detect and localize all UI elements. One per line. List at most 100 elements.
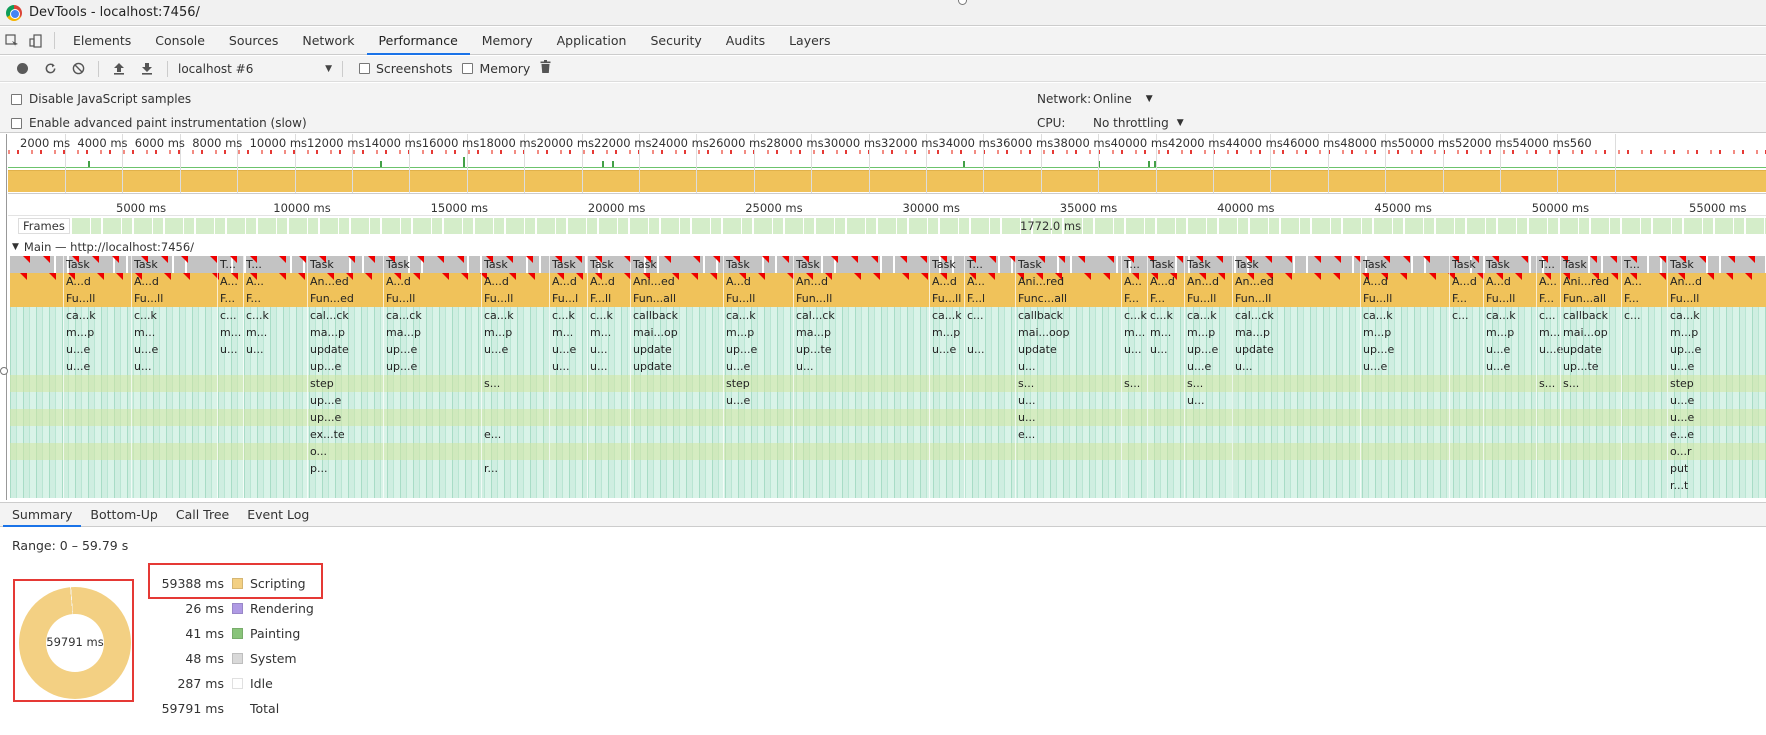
- flame-entry[interactable]: u...e: [1670, 392, 1694, 409]
- memory-checkbox[interactable]: Memory: [462, 61, 530, 76]
- flame-entry[interactable]: u...e: [1363, 358, 1387, 375]
- flame-entry[interactable]: c...: [220, 307, 237, 324]
- flame-entry[interactable]: A...: [220, 273, 238, 290]
- main-thread-header[interactable]: ▼ Main — http://localhost:7456/: [8, 238, 1766, 255]
- flame-entry[interactable]: Task: [310, 256, 334, 273]
- inspect-element-icon[interactable]: [0, 27, 24, 54]
- tab-performance[interactable]: Performance: [366, 27, 470, 55]
- flame-entry[interactable]: Task: [796, 256, 820, 273]
- flame-entry[interactable]: T...: [220, 256, 236, 273]
- flame-entry[interactable]: Task: [1452, 256, 1476, 273]
- flame-entry[interactable]: Fu...ll: [134, 290, 163, 307]
- flame-entry[interactable]: A...: [1124, 273, 1142, 290]
- flame-entry[interactable]: A...d: [726, 273, 751, 290]
- flame-entry[interactable]: c...k: [590, 307, 613, 324]
- flame-entry[interactable]: put: [1670, 460, 1688, 477]
- flame-entry[interactable]: up...e: [726, 341, 757, 358]
- flame-entry[interactable]: update: [633, 341, 672, 358]
- flame-entry[interactable]: u...e: [1670, 409, 1694, 426]
- flame-entry[interactable]: c...: [1539, 307, 1556, 324]
- device-toolbar-icon[interactable]: [24, 27, 48, 54]
- flame-entry[interactable]: up...e: [310, 409, 341, 426]
- flame-entry[interactable]: A...d: [134, 273, 159, 290]
- flame-entry[interactable]: Task: [633, 256, 657, 273]
- flame-entry[interactable]: u...: [246, 341, 263, 358]
- flame-entry[interactable]: up...e: [310, 358, 341, 375]
- flame-entry[interactable]: m...: [134, 324, 155, 341]
- flame-entry[interactable]: F...l: [967, 290, 985, 307]
- tab-application[interactable]: Application: [545, 27, 639, 54]
- flame-entry[interactable]: Fu...ll: [1486, 290, 1515, 307]
- flame-entry[interactable]: u...: [1018, 358, 1035, 375]
- flame-entry[interactable]: An...ed: [1235, 273, 1274, 290]
- flame-entry[interactable]: u...: [552, 358, 569, 375]
- flame-entry[interactable]: Task: [1187, 256, 1211, 273]
- flame-entry[interactable]: o...: [310, 443, 327, 460]
- flame-entry[interactable]: up...te: [1563, 358, 1599, 375]
- flame-entry[interactable]: u...: [796, 358, 813, 375]
- flame-entry[interactable]: Task: [66, 256, 90, 273]
- flame-entry[interactable]: Fu...l: [552, 290, 578, 307]
- flame-entry[interactable]: ex...te: [310, 426, 345, 443]
- flame-entry[interactable]: s...: [1124, 375, 1140, 392]
- flame-entry[interactable]: Fu...ll: [66, 290, 95, 307]
- flame-entry[interactable]: A...d: [66, 273, 91, 290]
- flame-entry[interactable]: u...: [220, 341, 237, 358]
- tab-console[interactable]: Console: [143, 27, 217, 54]
- flame-entry[interactable]: ca...k: [1486, 307, 1516, 324]
- flame-entry[interactable]: Task: [386, 256, 410, 273]
- flame-entry[interactable]: A...: [1539, 273, 1557, 290]
- flame-entry[interactable]: A...d: [932, 273, 957, 290]
- flame-entry[interactable]: Fun...all: [1563, 290, 1606, 307]
- flame-entry[interactable]: Fun...all: [633, 290, 676, 307]
- flame-entry[interactable]: Ani...red: [1018, 273, 1064, 290]
- timeline-overview[interactable]: 2000 ms 4000 ms 6000 ms 8000 ms 10000 ms 1200…: [8, 134, 1766, 194]
- flame-entry[interactable]: Fu...ll: [726, 290, 755, 307]
- flame-entry[interactable]: ma...p: [796, 324, 831, 341]
- flame-entry[interactable]: A...d: [1150, 273, 1175, 290]
- flame-entry[interactable]: ma...p: [1235, 324, 1270, 341]
- flame-entry[interactable]: m...p: [1363, 324, 1391, 341]
- flame-entry[interactable]: ma...p: [310, 324, 345, 341]
- flame-entry[interactable]: Ani...red: [1563, 273, 1609, 290]
- flame-entry[interactable]: Task: [484, 256, 508, 273]
- flame-entry[interactable]: Fun...ed: [310, 290, 354, 307]
- flame-entry[interactable]: e...e: [1670, 426, 1694, 443]
- tab-memory[interactable]: Memory: [470, 27, 545, 54]
- flame-entry[interactable]: up...te: [796, 341, 832, 358]
- advanced-paint-checkbox[interactable]: Enable advanced paint instrumentation (s…: [11, 116, 307, 130]
- details-tab-event-log[interactable]: Event Log: [238, 503, 318, 526]
- flame-entry[interactable]: update: [310, 341, 349, 358]
- flame-entry[interactable]: m...p: [932, 324, 960, 341]
- flame-entry[interactable]: step: [310, 375, 334, 392]
- flame-entry[interactable]: Task: [1363, 256, 1387, 273]
- flame-entry[interactable]: step: [726, 375, 750, 392]
- tab-elements[interactable]: Elements: [61, 27, 143, 54]
- flame-entry[interactable]: c...k: [1150, 307, 1173, 324]
- flame-entry[interactable]: r...t: [1670, 477, 1688, 494]
- flame-entry[interactable]: mai...op: [1563, 324, 1608, 341]
- reload-record-button[interactable]: [36, 56, 64, 82]
- flame-entry[interactable]: u...e: [726, 392, 750, 409]
- flame-entry[interactable]: update: [1018, 341, 1057, 358]
- flame-entry[interactable]: A...d: [386, 273, 411, 290]
- flame-entry[interactable]: u...: [590, 341, 607, 358]
- flame-entry[interactable]: m...: [220, 324, 241, 341]
- flame-entry[interactable]: u...e: [932, 341, 956, 358]
- flame-entry[interactable]: e...: [1018, 426, 1035, 443]
- flame-entry[interactable]: F...ll: [590, 290, 611, 307]
- flame-entry[interactable]: update: [633, 358, 672, 375]
- flame-entry[interactable]: o...r: [1670, 443, 1692, 460]
- flame-entry[interactable]: u...: [1235, 358, 1252, 375]
- pane-resize-handle[interactable]: [0, 367, 8, 375]
- flame-entry[interactable]: An...ed: [310, 273, 349, 290]
- flame-entry[interactable]: s...: [1563, 375, 1579, 392]
- flame-entry[interactable]: s...: [1539, 375, 1555, 392]
- load-profile-button[interactable]: [105, 56, 133, 82]
- flame-entry[interactable]: m...: [552, 324, 573, 341]
- flame-entry[interactable]: u...e: [1486, 358, 1510, 375]
- disable-js-samples-checkbox[interactable]: Disable JavaScript samples: [11, 92, 191, 106]
- flame-entry[interactable]: r...: [484, 460, 498, 477]
- flame-entry[interactable]: Task: [1235, 256, 1259, 273]
- save-profile-button[interactable]: [133, 56, 161, 82]
